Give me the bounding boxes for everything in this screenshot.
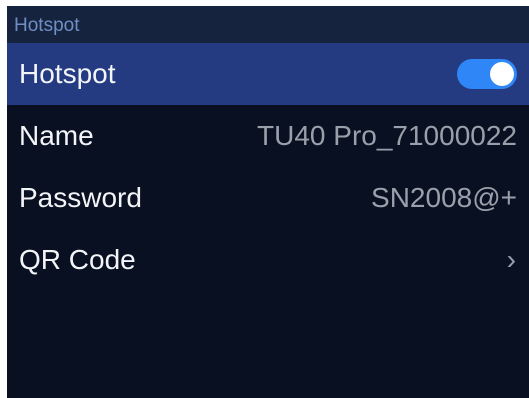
page-title: Hotspot <box>14 15 80 36</box>
password-label: Password <box>19 182 142 213</box>
name-label: Name <box>19 120 94 151</box>
hotspot-label: Hotspot <box>19 58 116 89</box>
password-row[interactable]: Password SN2008@+ <box>7 167 529 229</box>
hotspot-toggle-row[interactable]: Hotspot <box>7 43 529 105</box>
name-value: TU40 Pro_71000022 <box>257 120 517 151</box>
toggle-switch-icon[interactable] <box>457 59 517 89</box>
qr-code-row[interactable]: QR Code › <box>7 229 529 291</box>
password-value: SN2008@+ <box>371 182 517 213</box>
chevron-right-icon[interactable]: › <box>507 229 516 291</box>
qr-code-label: QR Code <box>19 244 136 275</box>
hotspot-screen: Hotspot Hotspot Name TU40 Pro_71000022 P… <box>7 6 529 398</box>
name-row[interactable]: Name TU40 Pro_71000022 <box>7 105 529 167</box>
screen-header: Hotspot <box>7 6 529 43</box>
toggle-knob <box>490 62 514 86</box>
